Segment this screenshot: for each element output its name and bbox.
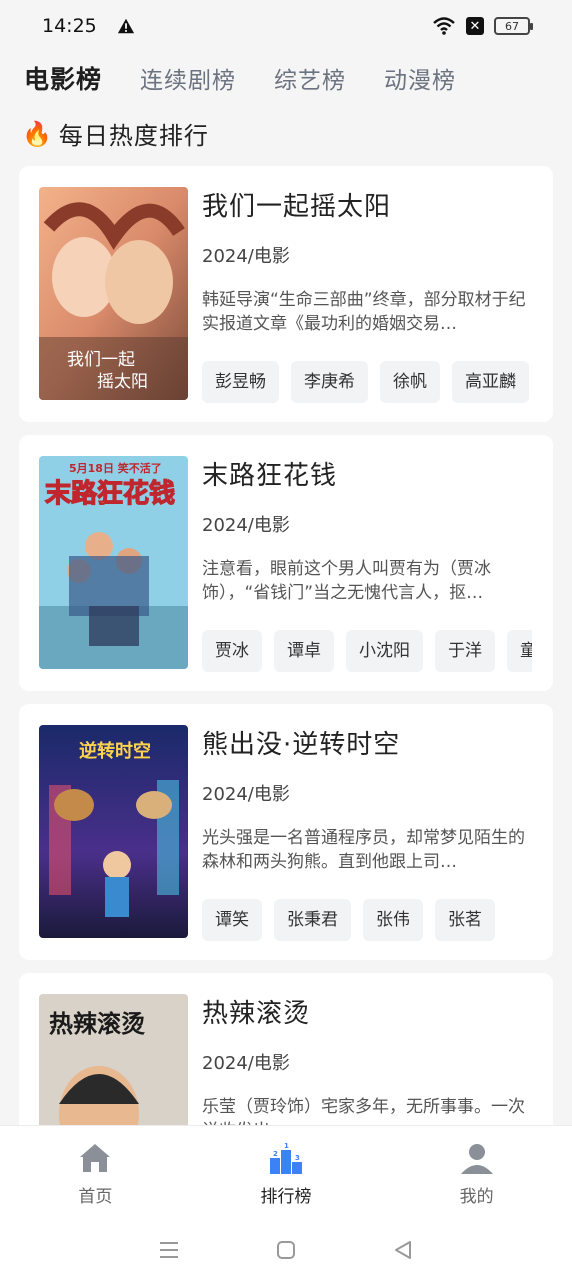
movie-title[interactable]: 我们一起摇太阳 xyxy=(202,186,391,223)
status-bar: 14:25 ✕ 67 xyxy=(0,0,572,52)
nav-home[interactable]: 首页 xyxy=(35,1140,155,1207)
movie-description: 注意看，眼前这个男人叫贾有为（贾冰饰），“省钱门”当之无愧代言人，抠… xyxy=(202,559,491,603)
battery-level: 67 xyxy=(505,19,519,33)
cast-tag[interactable]: 谭卓 xyxy=(274,630,334,672)
poster-title: 逆转时空 xyxy=(79,740,151,762)
cast-tag[interactable]: 徐帆 xyxy=(380,361,440,403)
svg-text:2: 2 xyxy=(273,1150,278,1158)
poster-title: 热辣滚烫 xyxy=(49,1009,145,1038)
menu-icon[interactable] xyxy=(157,1238,181,1262)
cast-tags: 彭昱畅 李庚希 徐帆 高亚麟 xyxy=(202,361,532,403)
movie-poster[interactable]: 我们一起 摇太阳 xyxy=(39,187,188,400)
tab-anime[interactable]: 动漫榜 xyxy=(384,61,456,95)
nav-ranking[interactable]: 1 2 3 排行榜 xyxy=(226,1140,346,1207)
movie-title[interactable]: 热辣滚烫 xyxy=(202,993,310,1030)
movie-card[interactable]: 逆转时空 熊出没·逆转时空 2024/电影 光头强是一名普通程序员，却常梦见陌生… xyxy=(19,704,553,960)
movie-description: 韩延导演“生命三部曲”终章，部分取材于纪实报道文章《最功利的婚姻交易… xyxy=(202,290,526,334)
status-time: 14:25 xyxy=(42,15,97,37)
section-title: 🔥 每日热度排行 xyxy=(22,116,209,151)
user-icon xyxy=(460,1143,493,1174)
movie-poster[interactable]: 5月18日 笑不活了 末路狂花钱 xyxy=(39,456,188,669)
cast-tags: 谭笑 张秉君 张伟 张茗 xyxy=(202,899,532,941)
movie-title[interactable]: 末路狂花钱 xyxy=(202,455,337,492)
system-navigation-bar xyxy=(0,1220,572,1280)
cast-tag[interactable]: 童 xyxy=(507,630,532,672)
svg-text:1: 1 xyxy=(284,1142,289,1150)
cast-tag[interactable]: 张茗 xyxy=(435,899,495,941)
cast-tags: 贾冰 谭卓 小沈阳 于洋 童 xyxy=(202,630,532,672)
movie-list: 我们一起 摇太阳 我们一起摇太阳 2024/电影 韩延导演“生命三部曲”终章，部… xyxy=(19,166,553,1242)
cast-tag[interactable]: 小沈阳 xyxy=(346,630,423,672)
warning-icon xyxy=(117,18,134,34)
movie-meta: 2024/电影 xyxy=(202,515,290,536)
section-title-text: 每日热度排行 xyxy=(58,122,209,150)
movie-description: 光头强是一名普通程序员，却常梦见陌生的森林和两头狗熊。直到他跟上司… xyxy=(202,828,525,872)
battery-icon: 67 xyxy=(494,17,533,35)
svg-text:3: 3 xyxy=(295,1154,300,1162)
poster-tagline: 5月18日 笑不活了 xyxy=(69,461,162,475)
cast-tag[interactable]: 高亚麟 xyxy=(452,361,529,403)
podium-icon: 1 2 3 xyxy=(269,1142,302,1174)
category-tabs: 电影榜 连续剧榜 综艺榜 动漫榜 xyxy=(24,60,456,96)
nav-profile-label: 我的 xyxy=(459,1186,494,1207)
nav-home-label: 首页 xyxy=(78,1186,113,1207)
wifi-icon xyxy=(433,17,455,35)
cast-tag[interactable]: 张秉君 xyxy=(274,899,351,941)
movie-poster[interactable]: 逆转时空 xyxy=(39,725,188,938)
poster-title: 末路狂花钱 xyxy=(45,478,175,509)
cast-tag[interactable]: 谭笑 xyxy=(202,899,262,941)
movie-meta: 2024/电影 xyxy=(202,1053,290,1074)
movie-card[interactable]: 5月18日 笑不活了 末路狂花钱 末路狂花钱 2024/电影 注意看，眼前这个男… xyxy=(19,435,553,691)
cast-tag[interactable]: 于洋 xyxy=(435,630,495,672)
home-icon xyxy=(80,1143,111,1172)
cast-tag[interactable]: 彭昱畅 xyxy=(202,361,279,403)
cast-tag[interactable]: 李庚希 xyxy=(291,361,368,403)
movie-title[interactable]: 熊出没·逆转时空 xyxy=(202,724,400,761)
tab-series[interactable]: 连续剧榜 xyxy=(140,61,236,95)
tab-movie[interactable]: 电影榜 xyxy=(24,60,102,96)
close-box-icon: ✕ xyxy=(466,17,484,35)
movie-meta: 2024/电影 xyxy=(202,246,290,267)
movie-meta: 2024/电影 xyxy=(202,784,290,805)
svg-text:摇太阳: 摇太阳 xyxy=(97,372,148,392)
nav-ranking-label: 排行榜 xyxy=(260,1186,312,1207)
back-icon[interactable] xyxy=(391,1238,415,1262)
nav-profile[interactable]: 我的 xyxy=(417,1140,537,1207)
tab-variety[interactable]: 综艺榜 xyxy=(274,61,346,95)
movie-card[interactable]: 我们一起 摇太阳 我们一起摇太阳 2024/电影 韩延导演“生命三部曲”终章，部… xyxy=(19,166,553,422)
poster-title: 我们一起 xyxy=(67,350,135,370)
home-square-icon[interactable] xyxy=(274,1238,298,1262)
cast-tag[interactable]: 张伟 xyxy=(363,899,423,941)
cast-tag[interactable]: 贾冰 xyxy=(202,630,262,672)
fire-icon: 🔥 xyxy=(22,119,53,148)
bottom-navigation: 首页 1 2 3 排行榜 我的 xyxy=(0,1125,572,1220)
